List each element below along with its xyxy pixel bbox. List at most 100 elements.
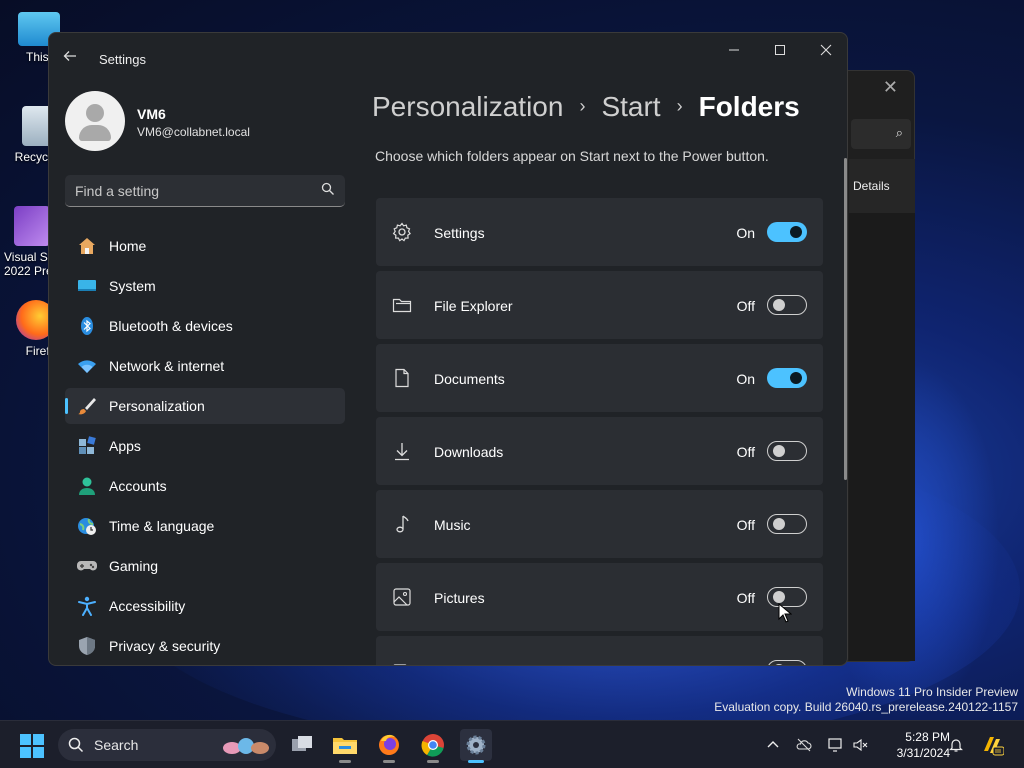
sidebar-item-bluetooth[interactable]: Bluetooth & devices	[65, 308, 345, 344]
music-toggle[interactable]	[767, 514, 807, 534]
folder-label: Downloads	[434, 444, 504, 460]
page-description: Choose which folders appear on Start nex…	[375, 148, 769, 164]
taskbar-search-label: Search	[94, 737, 139, 753]
sidebar-item-accounts[interactable]: Accounts	[65, 468, 345, 504]
accounts-icon	[79, 477, 95, 495]
close-button[interactable]	[811, 43, 841, 59]
file-explorer-toggle[interactable]	[767, 295, 807, 315]
find-setting-search[interactable]	[65, 175, 345, 207]
title-bar[interactable]: Settings	[49, 33, 847, 83]
accessibility-icon	[78, 596, 96, 616]
running-indicator	[468, 760, 484, 763]
search-icon: ⌕	[895, 125, 903, 140]
globe-clock-icon	[78, 518, 96, 535]
toggle-knob	[773, 518, 785, 530]
video-icon	[393, 664, 407, 665]
breadcrumb-start[interactable]: Start	[601, 91, 660, 122]
sidebar-item-label: System	[109, 278, 156, 294]
search-input[interactable]	[75, 181, 305, 201]
sidebar-nav: Home System Bluetooth & devices Network …	[65, 228, 345, 665]
chevron-right-icon: ›	[579, 96, 586, 116]
breadcrumb-personalization[interactable]: Personalization	[372, 91, 563, 122]
watermark-line: Evaluation copy. Build 26040.rs_prerelea…	[714, 700, 1018, 714]
notification-bell-icon[interactable]	[948, 737, 964, 753]
running-indicator	[339, 760, 351, 763]
sidebar-item-personalization[interactable]: Personalization	[65, 388, 345, 424]
toggle-knob	[773, 299, 785, 311]
back-button[interactable]	[63, 49, 77, 68]
sidebar-item-home[interactable]: Home	[65, 228, 345, 264]
downloads-toggle[interactable]	[767, 441, 807, 461]
sidebar-item-privacy-security[interactable]: Privacy & security	[65, 628, 345, 664]
settings-taskbar-button[interactable]	[460, 729, 492, 763]
apps-icon	[79, 436, 96, 454]
background-toolbar: Details	[849, 159, 915, 213]
toggle-knob	[773, 591, 785, 603]
sidebar-item-label: Time & language	[109, 518, 215, 534]
network-icon[interactable]	[828, 737, 844, 753]
folder-icon	[392, 298, 412, 313]
wifi-icon	[78, 360, 96, 373]
copilot-preview-icon[interactable]	[980, 733, 1004, 757]
scrollbar[interactable]	[844, 158, 847, 480]
close-icon	[820, 44, 832, 56]
folder-label: File Explorer	[434, 298, 513, 314]
minimize-button[interactable]	[719, 43, 749, 59]
sidebar-item-label: Privacy & security	[109, 638, 221, 654]
sidebar-item-system[interactable]: System	[65, 268, 345, 304]
windows-start-icon[interactable]	[20, 734, 44, 758]
avatar-shoulders	[79, 125, 111, 141]
minimize-icon	[729, 49, 739, 51]
toggle-knob	[773, 664, 785, 665]
back-arrow-icon	[63, 51, 76, 61]
user-name: VM6	[137, 106, 166, 122]
folder-label: Documents	[434, 371, 505, 387]
firefox-icon	[379, 734, 399, 755]
maximize-button[interactable]	[765, 43, 795, 59]
shield-icon	[79, 637, 95, 655]
sidebar-item-apps[interactable]: Apps	[65, 428, 345, 464]
document-icon	[395, 368, 409, 388]
documents-toggle[interactable]	[767, 368, 807, 388]
folder-label: Settings	[434, 225, 485, 241]
partial-row-toggle[interactable]	[767, 660, 807, 665]
volume-muted-icon[interactable]	[852, 737, 868, 753]
folder-row-partial	[376, 636, 823, 665]
onedrive-offline-icon[interactable]	[796, 737, 812, 753]
details-tab[interactable]: Details	[853, 179, 890, 193]
search-highlight-icon	[223, 738, 269, 754]
background-content	[849, 213, 915, 661]
chevron-up-icon[interactable]	[765, 737, 781, 753]
sidebar-item-label: Network & internet	[109, 358, 225, 374]
file-explorer-taskbar-button[interactable]	[329, 729, 361, 763]
mouse-cursor-icon	[778, 603, 792, 623]
settings-toggle[interactable]	[767, 222, 807, 242]
settings-window: Settings VM6 VM6@collabnet.local Home Sy…	[48, 32, 848, 666]
sidebar-item-accessibility[interactable]: Accessibility	[65, 588, 345, 624]
close-icon[interactable]: ✕	[883, 77, 898, 98]
app-title: Settings	[99, 52, 146, 67]
folder-icon	[333, 738, 357, 754]
chrome-taskbar-button[interactable]	[417, 729, 449, 763]
firefox-taskbar-button[interactable]	[373, 729, 405, 763]
taskbar: Search 5:28 PM 3/31/2024	[0, 720, 1024, 768]
system-clock[interactable]: 5:28 PM 3/31/2024	[880, 729, 950, 761]
sidebar-item-label: Accessibility	[109, 598, 186, 614]
folder-row-downloads: Downloads Off	[376, 417, 823, 485]
toggle-state-text: Off	[736, 517, 755, 533]
background-search-box[interactable]: ⌕	[851, 119, 911, 149]
sidebar-item-label: Accounts	[109, 478, 167, 494]
sidebar-item-gaming[interactable]: Gaming	[65, 548, 345, 584]
toggle-state-text: Off	[736, 444, 755, 460]
task-view-button[interactable]	[286, 729, 318, 761]
sidebar-item-network[interactable]: Network & internet	[65, 348, 345, 384]
chrome-icon	[421, 734, 444, 757]
sidebar-item-label: Home	[109, 238, 147, 254]
folder-row-music: Music Off	[376, 490, 823, 558]
sidebar-item-time-language[interactable]: Time & language	[65, 508, 345, 544]
folder-row-settings: Settings On	[376, 198, 823, 266]
music-note-icon	[396, 515, 409, 533]
taskbar-search[interactable]: Search	[58, 729, 276, 761]
avatar[interactable]	[65, 91, 125, 151]
download-icon	[395, 443, 409, 461]
